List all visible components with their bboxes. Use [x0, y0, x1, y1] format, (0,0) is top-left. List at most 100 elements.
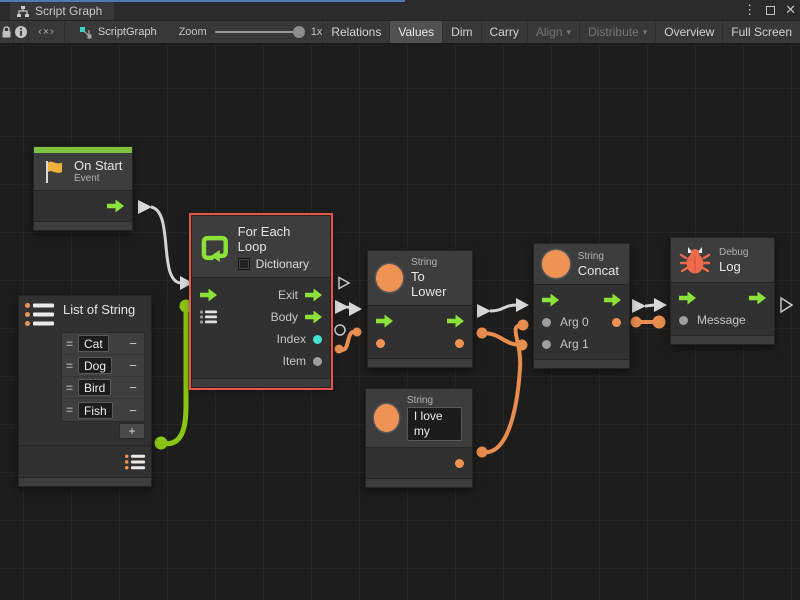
remove-item-button[interactable]: −	[126, 358, 140, 373]
drag-handle-icon[interactable]: =	[66, 359, 78, 373]
zoom-value: 1x	[311, 26, 323, 38]
body-output-port[interactable]	[305, 311, 322, 324]
control-output-port[interactable]	[604, 294, 621, 307]
window-controls: ⋮ ✕	[743, 2, 796, 18]
control-output-port[interactable]	[447, 315, 464, 328]
control-input-port[interactable]	[200, 289, 217, 302]
add-item-button[interactable]: +	[119, 423, 145, 439]
string-unit-icon	[376, 264, 403, 292]
align-dropdown[interactable]: Align ▾	[527, 21, 579, 43]
list-output-port[interactable]	[125, 454, 145, 470]
node-title: Concat	[578, 263, 619, 278]
node-title: On Start	[74, 158, 122, 173]
string-output-port[interactable]	[455, 339, 464, 348]
control-input-port[interactable]	[376, 315, 393, 328]
port-label-exit: Exit	[278, 288, 298, 302]
dictionary-checkbox[interactable]	[238, 258, 250, 270]
node-footer	[671, 335, 774, 344]
result-output-port[interactable]	[612, 318, 621, 327]
control-output-port[interactable]	[107, 200, 124, 213]
control-input-port[interactable]	[679, 292, 696, 305]
drag-handle-icon[interactable]: =	[66, 337, 78, 351]
zoom-slider[interactable]	[215, 31, 303, 33]
list-editor: = Cat − = Dog − = Bird − = Fish −	[61, 332, 145, 422]
string-value-field[interactable]: I love my	[407, 407, 462, 441]
distribute-dropdown[interactable]: Distribute ▾	[579, 21, 655, 43]
arg0-input-port[interactable]	[542, 318, 551, 327]
code-icon: ‹×›	[38, 26, 55, 38]
drag-handle-icon[interactable]: =	[66, 403, 78, 417]
collection-input-port[interactable]	[200, 310, 217, 324]
node-category: String	[578, 251, 619, 263]
port-label-arg0: Arg 0	[560, 315, 589, 329]
node-title: List of String	[63, 302, 135, 317]
node-list-of-string[interactable]: List of String = Cat − = Dog − = Bird − …	[18, 295, 152, 487]
flag-icon	[40, 159, 66, 185]
string-input-port[interactable]	[376, 339, 385, 348]
node-debug-log[interactable]: Debug Log Message	[670, 237, 775, 345]
zoom-slider-knob[interactable]	[293, 26, 305, 38]
zoom-label: Zoom	[179, 26, 207, 38]
graph-name[interactable]: ScriptGraph	[79, 26, 157, 39]
relations-button[interactable]: Relations	[322, 21, 389, 43]
node-title: To Lower	[411, 269, 462, 299]
list-item-row: = Bird −	[62, 377, 144, 399]
values-button[interactable]: Values	[389, 21, 442, 43]
item-output-port[interactable]	[313, 357, 322, 366]
node-on-start[interactable]: On Start Event	[33, 146, 133, 231]
fullscreen-button[interactable]: Full Screen	[722, 21, 800, 43]
string-output-port[interactable]	[455, 459, 464, 468]
remove-item-button[interactable]: −	[126, 403, 140, 418]
message-input-port[interactable]	[679, 316, 688, 325]
hierarchy-icon	[16, 5, 30, 18]
exit-output-port[interactable]	[305, 289, 322, 302]
node-category: String	[407, 395, 462, 407]
node-footer	[34, 221, 132, 230]
toolbar-buttons: Relations Values Dim Carry Align ▾ Distr…	[322, 21, 800, 43]
carry-button[interactable]: Carry	[481, 21, 527, 43]
inspect-button[interactable]	[14, 21, 29, 43]
node-string-literal[interactable]: String I love my	[365, 388, 473, 488]
lock-icon	[0, 25, 13, 39]
node-concat[interactable]: String Concat Arg 0 Arg 1	[533, 243, 630, 369]
node-for-each-loop[interactable]: For Each Loop Dictionary Exit	[191, 215, 331, 388]
tab-script-graph[interactable]: Script Graph	[10, 2, 114, 20]
control-input-port[interactable]	[542, 294, 559, 307]
overview-button[interactable]: Overview	[655, 21, 722, 43]
remove-item-button[interactable]: −	[126, 336, 140, 351]
graph-toolbar: ‹×› ScriptGraph Zoom 1x Relations Values…	[0, 20, 800, 44]
list-item-field[interactable]: Dog	[78, 357, 112, 374]
titlebar: Script Graph ⋮ ✕	[0, 0, 800, 20]
preview-code-button[interactable]: ‹×›	[29, 21, 65, 43]
node-footer	[192, 378, 330, 387]
dim-button[interactable]: Dim	[442, 21, 480, 43]
node-subtitle: Event	[74, 173, 122, 185]
lock-button[interactable]	[0, 21, 14, 43]
port-label-body: Body	[271, 310, 298, 324]
control-output-port[interactable]	[749, 292, 766, 305]
list-item-field[interactable]: Cat	[78, 335, 109, 352]
graph-asset-icon	[79, 26, 93, 39]
arg1-input-port[interactable]	[542, 340, 551, 349]
maximize-icon[interactable]	[766, 6, 775, 15]
node-footer	[19, 477, 151, 486]
port-label-item: Item	[283, 354, 306, 368]
more-icon[interactable]: ⋮	[743, 2, 756, 18]
node-category: Debug	[719, 247, 748, 259]
list-item-row: = Cat −	[62, 333, 144, 355]
port-label-message: Message	[697, 313, 746, 327]
close-icon[interactable]: ✕	[785, 2, 796, 18]
list-item-field[interactable]: Fish	[78, 402, 113, 419]
node-to-lower[interactable]: String To Lower	[367, 250, 473, 368]
drag-handle-icon[interactable]: =	[66, 381, 78, 395]
remove-item-button[interactable]: −	[126, 380, 140, 395]
node-title: For Each Loop	[238, 224, 322, 254]
info-icon	[14, 25, 28, 39]
node-footer	[368, 358, 472, 367]
chevron-down-icon: ▾	[643, 27, 648, 38]
index-output-port[interactable]	[313, 335, 322, 344]
list-item-field[interactable]: Bird	[78, 379, 111, 396]
node-category: String	[411, 257, 462, 269]
script-graph-window: Script Graph ⋮ ✕ ‹×›	[0, 0, 800, 600]
graph-name-label: ScriptGraph	[98, 26, 157, 38]
